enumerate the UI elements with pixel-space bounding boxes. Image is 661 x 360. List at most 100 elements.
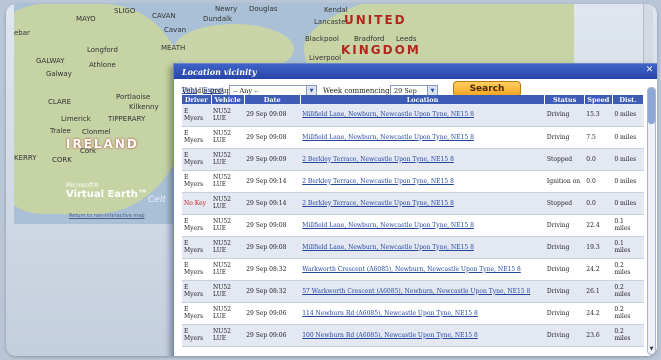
cell-date: 29 Sep 09:08 — [244, 214, 301, 237]
cell-vehicle: NU52 LUE — [211, 214, 245, 237]
cell-status: Ignition on — [544, 170, 585, 193]
cell-speed: 26.1 — [584, 280, 613, 303]
column-header-dist[interactable]: Dist. — [612, 95, 645, 104]
cell-vehicle: NU52 LUE — [211, 302, 245, 325]
export-link[interactable]: Export — [203, 87, 224, 94]
column-header-date[interactable]: Date — [244, 95, 301, 104]
table-row[interactable]: No Key NU52 LUE 29 Sep 09:14 2 Berkley Terr… — [182, 192, 644, 215]
cell-date: 29 Sep 08:32 — [244, 258, 301, 281]
table-row[interactable]: E Myers NU52 LUE 29 Sep 09:06 114 Newburn R… — [182, 302, 644, 325]
column-header-vehicle[interactable]: Vehicle — [211, 95, 245, 104]
cell-vehicle: NU52 LUE — [211, 280, 245, 303]
table-scrollbar[interactable]: ▲ ▼ — [647, 87, 656, 355]
close-icon[interactable]: ✕ — [644, 65, 655, 76]
cell-driver: E Myers — [182, 280, 212, 303]
cell-location[interactable]: Millfield Lane, Newburn, Newcastle Upon … — [300, 104, 545, 127]
map-place-label: Clonmel — [82, 128, 111, 136]
cell-speed: 15.3 — [584, 104, 613, 127]
table-row[interactable]: E Myers NU52 LUE 29 Sep 08:32 Warkworth Cre… — [182, 258, 644, 281]
cell-driver: E Myers — [182, 324, 212, 347]
cell-location[interactable]: 57 Warkworth Crescent (A6085), Newburn, … — [300, 280, 545, 303]
cell-speed: 19.3 — [584, 236, 613, 259]
cell-location[interactable]: 114 Newburn Rd (A6085), Newcastle Upon T… — [300, 302, 545, 325]
map-place-label: MEATH — [161, 44, 186, 52]
print-link[interactable]: Print — [182, 87, 197, 94]
map-place-label: Tralee — [50, 127, 71, 135]
cell-location[interactable]: 2 Berkley Terrace, Newcastle Upon Tyne, … — [300, 148, 545, 171]
cell-speed: 23.6 — [584, 324, 613, 347]
table-row[interactable]: E Myers NU52 LUE 29 Sep 09:06 100 Newburn R… — [182, 324, 644, 347]
cell-speed: 22.4 — [584, 214, 613, 237]
map-place-label: TIPPERARY — [108, 115, 146, 123]
scrollbar-thumb[interactable] — [648, 88, 655, 124]
cell-date: 29 Sep 09:08 — [244, 126, 301, 149]
cell-dist: 0.1 miles — [612, 236, 644, 259]
cell-location[interactable]: Warkworth Crescent (A6085), Newburn, New… — [300, 258, 545, 281]
cell-location[interactable]: Millfield Lane, Newburn, Newcastle Upon … — [300, 236, 545, 259]
cell-vehicle: NU52 LUE — [211, 258, 245, 281]
table-row[interactable]: E Myers NU52 LUE 29 Sep 09:08 Millfield Lan… — [182, 214, 644, 237]
table-row[interactable]: E Myers NU52 LUE 29 Sep 08:32 57 Warkworth … — [182, 280, 644, 303]
cell-driver: E Myers — [182, 104, 212, 127]
cell-status: Driving — [544, 126, 585, 149]
cell-dist: 0.2 miles — [612, 324, 644, 347]
location-vicinity-dialog: Location vicinity ✕ Vehicle group: -- An… — [173, 63, 657, 356]
cell-speed: 24.2 — [584, 302, 613, 325]
cell-location[interactable]: Millfield Lane, Newburn, Newcastle Upon … — [300, 126, 545, 149]
country-label-uk-line1: UNITED — [344, 13, 407, 27]
return-to-static-map-link[interactable]: Return to non-interactive map — [69, 213, 145, 219]
print-export-links: Print | Export — [182, 87, 223, 94]
map-place-label: ebar — [14, 29, 30, 37]
cell-vehicle: NU52 LUE — [211, 170, 245, 193]
table-row[interactable]: E Myers NU52 LUE 29 Sep 09:14 2 Berkley Ter… — [182, 170, 644, 193]
country-label-uk-line2: KINGDOM — [341, 43, 421, 57]
cell-status: Driving — [544, 258, 585, 281]
cell-dist: 0 miles — [612, 148, 644, 171]
map-watermark: Celt — [148, 195, 166, 205]
cell-vehicle: NU52 LUE — [211, 324, 245, 347]
map-place-label: Galway — [46, 70, 72, 78]
map-place-label: Blackpool — [305, 35, 339, 43]
cell-status: Driving — [544, 324, 585, 347]
map-place-label: Athlone — [89, 61, 116, 69]
cell-location[interactable]: Millfield Lane, Newburn, Newcastle Upon … — [300, 214, 545, 237]
cell-date: 29 Sep 09:08 — [244, 104, 301, 127]
cell-vehicle: NU52 LUE — [211, 192, 245, 215]
table-row[interactable]: E Myers NU52 LUE 29 Sep 09:08 Millfield Lan… — [182, 236, 644, 259]
cell-status: Stopped — [544, 148, 585, 171]
table-row[interactable]: E Myers NU52 LUE 29 Sep 09:08 Millfield Lan… — [182, 126, 644, 149]
column-header-location[interactable]: Location — [300, 95, 546, 104]
cell-status: Driving — [544, 280, 585, 303]
cell-driver: E Myers — [182, 258, 212, 281]
location-table: Driver Vehicle Date Location Status Spee… — [182, 95, 645, 347]
cell-dist: 0 miles — [612, 170, 644, 193]
cell-location[interactable]: 2 Berkley Terrace, Newcastle Upon Tyne, … — [300, 170, 545, 193]
table-row[interactable]: E Myers NU52 LUE 29 Sep 09:08 Millfield Lan… — [182, 104, 644, 127]
map-place-label: CAVAN — [152, 12, 176, 20]
scroll-down-icon[interactable]: ▼ — [648, 346, 655, 353]
map-place-label: GALWAY — [36, 57, 65, 65]
column-header-speed[interactable]: Speed — [584, 95, 613, 104]
cell-date: 29 Sep 09:09 — [244, 148, 301, 171]
map-place-label: Liverpool — [309, 54, 342, 62]
map-place-label: Douglas — [249, 5, 278, 13]
cell-driver: E Myers — [182, 126, 212, 149]
cell-driver: E Myers — [182, 236, 212, 259]
cell-driver: E Myers — [182, 148, 212, 171]
column-header-status[interactable]: Status — [544, 95, 585, 104]
map-place-label: Limerick — [61, 115, 91, 123]
table-row[interactable]: E Myers NU52 LUE 29 Sep 09:09 2 Berkley Ter… — [182, 148, 644, 171]
cell-location[interactable]: 100 Newburn Rd (A6085), Newcastle Upon T… — [300, 324, 545, 347]
column-header-driver[interactable]: Driver — [182, 95, 212, 104]
virtual-earth-logo: Microsoft® Virtual Earth™ — [66, 182, 148, 200]
map-place-label: CORK — [52, 156, 72, 164]
app-frame: SLIGO CAVAN MAYO Cavan Dundalk Newry Dou… — [6, 4, 657, 356]
cell-driver: E Myers — [182, 302, 212, 325]
cell-dist: 0.1 miles — [612, 214, 644, 237]
cell-dist: 0 miles — [612, 104, 644, 127]
dialog-titlebar[interactable]: Location vicinity ✕ — [174, 64, 657, 79]
cell-location[interactable]: 2 Berkley Terrace, Newcastle Upon Tyne, … — [300, 192, 545, 215]
cell-dist: 0 miles — [612, 126, 644, 149]
map-place-label: Bradford — [354, 35, 385, 43]
cell-driver: E Myers — [182, 214, 212, 237]
